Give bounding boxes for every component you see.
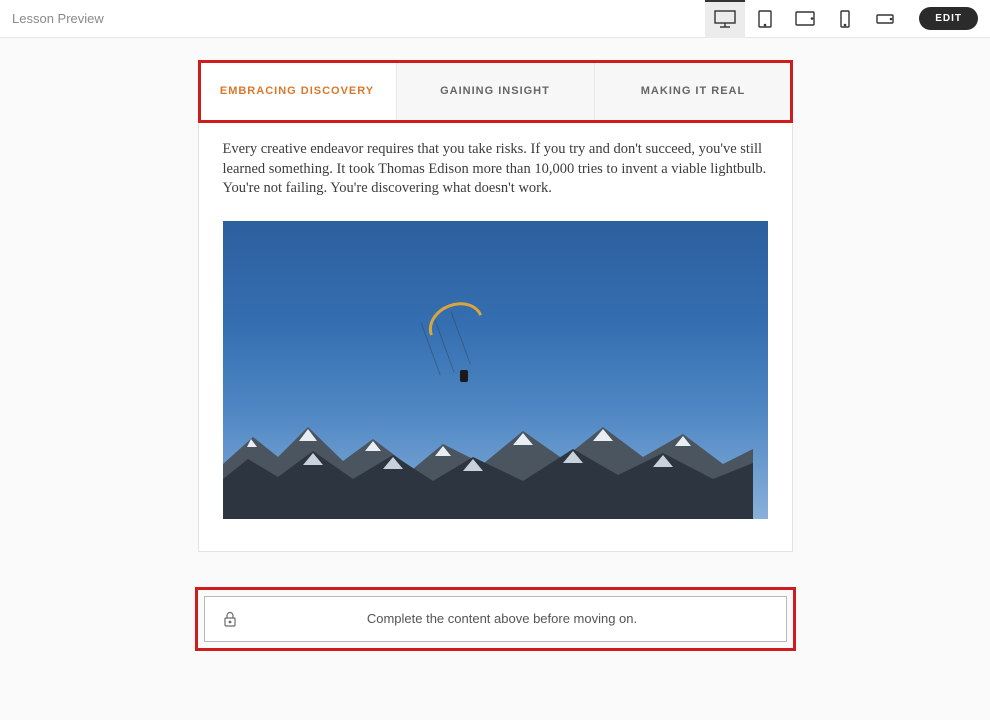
tab-embracing-discovery[interactable]: EMBRACING DISCOVERY	[199, 61, 397, 121]
tab-label: MAKING IT REAL	[641, 85, 745, 97]
page-title: Lesson Preview	[12, 11, 104, 26]
lesson-body-text: Every creative endeavor requires that yo…	[223, 140, 768, 199]
lock-bar-highlight: Complete the content above before moving…	[198, 590, 793, 648]
tab-making-it-real[interactable]: MAKING IT REAL	[595, 61, 792, 121]
lock-icon	[223, 611, 237, 627]
edit-button[interactable]: EDIT	[919, 7, 978, 30]
content-wrap: EMBRACING DISCOVERY GAINING INSIGHT MAKI…	[0, 38, 990, 648]
phone-portrait-icon	[840, 10, 850, 28]
lesson-card: EMBRACING DISCOVERY GAINING INSIGHT MAKI…	[198, 60, 793, 552]
tablet-landscape-icon	[795, 11, 815, 26]
topbar-right: EDIT	[705, 0, 978, 38]
desktop-icon	[714, 10, 736, 28]
card-body: Every creative endeavor requires that yo…	[199, 122, 792, 551]
device-phone-portrait-button[interactable]	[825, 0, 865, 38]
device-tablet-landscape-button[interactable]	[785, 0, 825, 38]
lesson-tabs: EMBRACING DISCOVERY GAINING INSIGHT MAKI…	[199, 61, 792, 122]
paraglider-graphic	[424, 304, 480, 326]
lesson-hero-image	[223, 221, 768, 519]
phone-landscape-icon	[876, 14, 894, 24]
tab-label: EMBRACING DISCOVERY	[220, 85, 374, 97]
tab-label: GAINING INSIGHT	[440, 85, 550, 97]
device-phone-landscape-button[interactable]	[865, 0, 905, 38]
lock-message: Complete the content above before moving…	[237, 611, 768, 626]
device-desktop-button[interactable]	[705, 0, 745, 38]
tab-gaining-insight[interactable]: GAINING INSIGHT	[397, 61, 595, 121]
lock-bar: Complete the content above before moving…	[204, 596, 787, 642]
device-tablet-portrait-button[interactable]	[745, 0, 785, 38]
mountains-graphic	[223, 409, 753, 519]
topbar: Lesson Preview	[0, 0, 990, 38]
tablet-portrait-icon	[758, 10, 772, 28]
